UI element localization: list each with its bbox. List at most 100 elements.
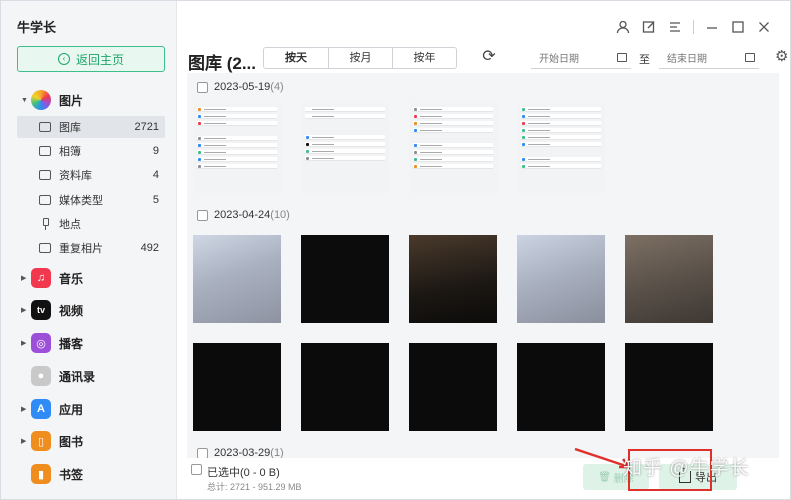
minimize-icon[interactable]: [704, 19, 720, 35]
sidebar-item-count: 4: [152, 169, 159, 181]
sidebar-category-label: 通讯录: [59, 369, 96, 384]
expand-right-icon[interactable]: ▶: [1, 274, 26, 282]
contacts-icon: ●: [31, 366, 51, 386]
pin-icon: [41, 218, 49, 230]
album-icon: [39, 170, 51, 180]
app-window: 牛学长 ‹ 返回主页 ▼ 图片 图库 2721 相簿 9 资料库 4 媒体类型 …: [0, 0, 791, 500]
media-type-icon: [39, 195, 51, 205]
main-panel: 图库 (2... 按天 按月 按年 ⟳ 开始日期 至 结束日期 ⚙ 2023-0: [177, 1, 790, 499]
photo-thumbnail[interactable]: [301, 235, 389, 323]
sidebar-item-media-types[interactable]: 媒体类型 5: [17, 189, 165, 211]
photo-thumbnail[interactable]: [409, 235, 497, 323]
sidebar-item-places[interactable]: 地点: [17, 213, 165, 235]
photo-thumbnail[interactable]: [517, 343, 605, 431]
photo-thumbnail[interactable]: [625, 343, 713, 431]
refresh-icon[interactable]: ⟳: [480, 48, 498, 66]
status-footer: 已选中(0 - 0 B) 总计: 2721 - 951.29 MB 🗑 删除 导…: [187, 458, 779, 498]
expand-right-icon[interactable]: ▶: [1, 306, 26, 314]
start-date-field[interactable]: 开始日期: [531, 47, 631, 69]
expand-right-icon[interactable]: ▶: [1, 339, 26, 347]
sidebar-item-library[interactable]: 图库 2721: [17, 116, 165, 138]
sidebar-category-bookmarks[interactable]: ▮ 书签: [1, 461, 177, 487]
sidebar-category-label: 图片: [59, 93, 84, 108]
sidebar-category-video[interactable]: ▶ tv 视频: [1, 297, 177, 323]
maximize-icon[interactable]: [730, 19, 746, 35]
close-icon[interactable]: [756, 19, 772, 35]
toolbar: 图库 (2... 按天 按月 按年 ⟳ 开始日期 至 结束日期 ⚙: [187, 45, 788, 73]
export-icon: [679, 465, 691, 483]
photo-thumbnail[interactable]: [409, 343, 497, 431]
sidebar-category-photos[interactable]: ▼ 图片: [1, 87, 177, 113]
music-icon: ♫: [31, 268, 51, 288]
photo-thumbnail[interactable]: [193, 343, 281, 431]
group-select-checkbox[interactable]: [197, 81, 208, 93]
sidebar-item-label: 资料库: [59, 170, 92, 182]
start-date-placeholder: 开始日期: [539, 54, 579, 65]
sidebar-category-books[interactable]: ▶ ▯ 图书: [1, 428, 177, 454]
user-icon[interactable]: [615, 19, 631, 35]
group-date: 2023-04-24(10): [214, 209, 290, 221]
group-select-checkbox[interactable]: [197, 447, 208, 458]
sidebar-item-count: 5: [152, 194, 159, 206]
sidebar-item-data-library[interactable]: 资料库 4: [17, 164, 165, 186]
photo-grid: 2023-05-19(4) 2023-04-24(10) 2023-03-29(…: [187, 73, 779, 458]
sidebar-category-podcast[interactable]: ▶ ◎ 播客: [1, 330, 177, 356]
calendar-icon[interactable]: [745, 53, 755, 62]
home-button-label: 返回主页: [75, 52, 124, 67]
tab-by-day[interactable]: 按天: [264, 48, 328, 68]
select-all-checkbox[interactable]: [191, 464, 202, 475]
sidebar-category-label: 书签: [59, 467, 84, 482]
expand-right-icon[interactable]: ▶: [1, 437, 26, 445]
expand-right-icon[interactable]: ▶: [1, 405, 26, 413]
group-select-checkbox[interactable]: [197, 209, 208, 221]
calendar-icon[interactable]: [617, 53, 627, 62]
delete-button[interactable]: 🗑 删除: [583, 464, 649, 490]
menu-icon[interactable]: [667, 19, 683, 35]
sidebar-category-apps[interactable]: ▶ A 应用: [1, 396, 177, 422]
photo-thumbnail[interactable]: [193, 103, 281, 193]
end-date-placeholder: 结束日期: [667, 54, 707, 65]
app-title: 牛学长: [17, 20, 57, 35]
divider: [693, 20, 694, 34]
total-summary: 总计: 2721 - 951.29 MB: [207, 482, 302, 492]
group-date: 2023-03-29(1): [214, 447, 284, 458]
photo-thumbnail[interactable]: [301, 103, 389, 193]
bookmark-icon: ▮: [31, 464, 51, 484]
appstore-icon: A: [31, 399, 51, 419]
photo-thumbnail[interactable]: [409, 103, 497, 193]
feedback-icon[interactable]: [641, 19, 657, 35]
back-circle-icon: ‹: [57, 53, 70, 65]
photo-thumbnail[interactable]: [517, 103, 605, 193]
sidebar-item-label: 重复相片: [59, 243, 103, 255]
appletv-icon: tv: [31, 300, 51, 320]
photo-thumbnail[interactable]: [625, 235, 713, 323]
tab-by-year[interactable]: 按年: [392, 48, 456, 68]
sidebar-item-count: 9: [152, 145, 159, 157]
books-icon: ▯: [31, 431, 51, 451]
date-group-header: 2023-03-29(1): [187, 441, 779, 458]
sidebar-item-label: 媒体类型: [59, 195, 103, 207]
photo-thumbnail[interactable]: [301, 343, 389, 431]
sidebar-item-count: 2721: [134, 121, 159, 133]
sidebar-item-albums[interactable]: 相簿 9: [17, 140, 165, 162]
delete-button-label: 删除: [613, 473, 634, 485]
expand-down-icon[interactable]: ▼: [1, 97, 28, 104]
photo-thumbnail[interactable]: [517, 235, 605, 323]
window-controls: [615, 19, 772, 35]
end-date-field[interactable]: 结束日期: [659, 47, 759, 69]
sidebar-category-music[interactable]: ▶ ♫ 音乐: [1, 265, 177, 291]
gear-icon[interactable]: ⚙: [775, 47, 788, 65]
home-button[interactable]: ‹ 返回主页: [17, 46, 165, 72]
export-button[interactable]: 导出: [659, 464, 737, 490]
sidebar-item-duplicates[interactable]: 重复相片 492: [17, 237, 165, 259]
album-icon: [39, 146, 51, 156]
podcast-icon: ◎: [31, 333, 51, 353]
duplicate-icon: [39, 243, 51, 253]
sidebar-category-contacts[interactable]: ● 通讯录: [1, 363, 177, 389]
sidebar-item-label: 相簿: [59, 146, 81, 158]
tab-by-month[interactable]: 按月: [328, 48, 392, 68]
photos-icon: [31, 90, 51, 110]
photo-thumbnail[interactable]: [193, 235, 281, 323]
sidebar: 牛学长 ‹ 返回主页 ▼ 图片 图库 2721 相簿 9 资料库 4 媒体类型 …: [1, 1, 177, 499]
sidebar-category-label: 应用: [59, 402, 84, 417]
